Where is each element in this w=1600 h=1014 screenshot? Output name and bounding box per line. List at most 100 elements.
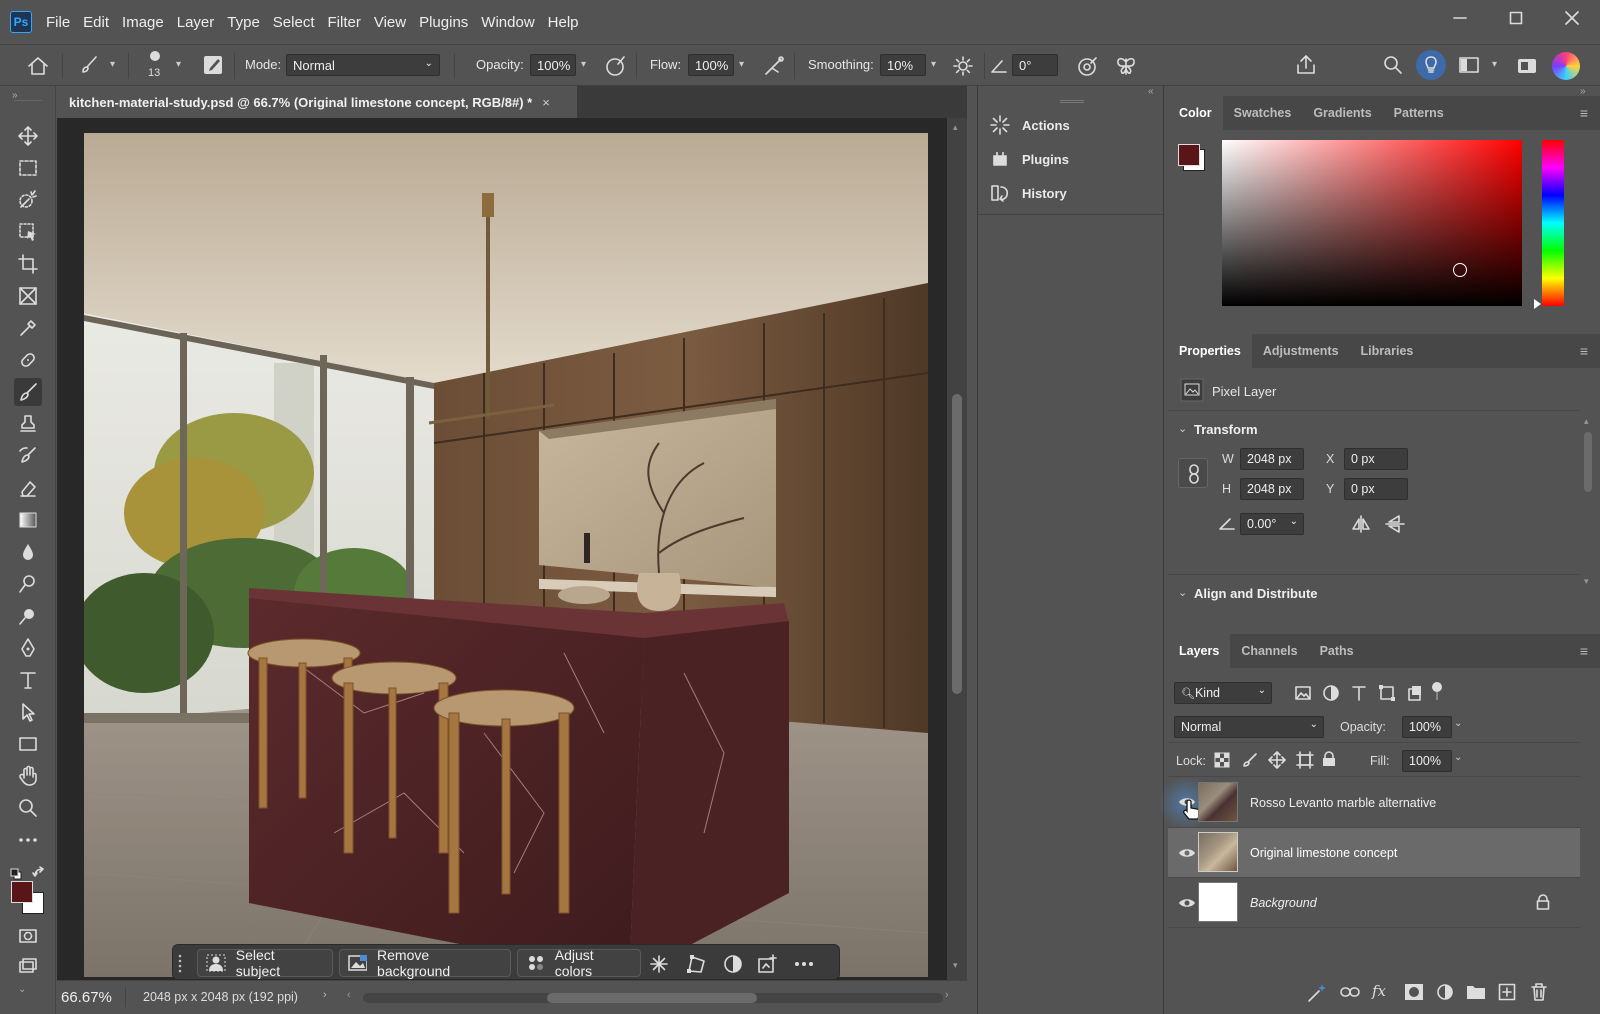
scroll-thumb[interactable] [547,993,757,1003]
tab-swatches[interactable]: Swatches [1223,96,1303,130]
more-options-icon[interactable] [793,954,815,974]
brush-angle-field[interactable]: 0° [1012,54,1058,76]
minimize-button[interactable] [1432,0,1488,36]
zoom-level[interactable]: 66.67% [61,989,112,1006]
brush-tool-preset-icon[interactable] [78,54,100,76]
menu-edit[interactable]: Edit [83,14,109,31]
discover-lightbulb-icon[interactable] [1416,50,1446,80]
drag-handle-icon[interactable] [177,953,183,973]
tab-gradients[interactable]: Gradients [1302,96,1382,130]
search-icon[interactable] [1382,54,1404,76]
panel-menu-icon[interactable]: ≡ [1580,643,1588,659]
flip-vertical-icon[interactable] [1384,514,1406,534]
avatar[interactable] [1552,52,1580,80]
type-tool-icon[interactable] [14,666,42,694]
layer-opacity-field[interactable]: 100% [1402,716,1452,738]
path-selection-icon[interactable] [14,698,42,726]
lock-position-icon[interactable] [1268,751,1286,769]
menu-window[interactable]: Window [481,14,534,31]
menu-view[interactable]: View [374,14,406,31]
pressure-opacity-icon[interactable] [604,54,628,78]
filter-pixel-icon[interactable] [1294,684,1312,702]
lasso-select-icon[interactable] [14,218,42,246]
panel-menu-icon[interactable]: ≡ [1580,105,1588,121]
layer-thumbnail[interactable] [1198,782,1238,822]
foreground-color-swatch[interactable] [11,881,33,903]
generative-layer-icon[interactable] [1306,982,1328,1004]
airbrush-icon[interactable] [762,54,786,78]
chevron-down-icon[interactable]: ▾ [176,59,181,70]
menu-select[interactable]: Select [273,14,315,31]
layer-name[interactable]: Background [1250,896,1317,910]
tab-adjustments[interactable]: Adjustments [1252,334,1350,368]
remove-background-button[interactable]: Remove background [339,947,511,979]
tab-properties[interactable]: Properties [1168,334,1252,368]
lock-image-pixels-icon[interactable] [1242,752,1258,768]
x-position-field[interactable]: 0 px [1344,448,1408,470]
tab-patterns[interactable]: Patterns [1383,96,1455,130]
y-position-field[interactable]: 0 px [1344,478,1408,500]
layer-row[interactable]: Rosso Levanto marble alternative [1156,778,1580,828]
blur-tool-icon[interactable] [14,538,42,566]
screen-mode-icon[interactable] [14,952,42,980]
close-tab-icon[interactable]: × [542,95,550,110]
tab-color[interactable]: Color [1168,96,1223,130]
layer-filter-kind-select[interactable]: 🔍︎Kind ⌄ [1174,682,1272,704]
filter-toggle-switch[interactable] [1432,682,1442,700]
move-tool-icon[interactable] [14,122,42,150]
chevron-down-icon[interactable]: ⌄ [1178,586,1187,599]
gradient-tool-icon[interactable] [14,506,42,534]
brush-size[interactable]: 13 [148,67,160,79]
generative-fill-icon[interactable] [757,953,779,975]
gear-icon[interactable] [952,55,974,77]
new-layer-icon[interactable] [1498,983,1516,1001]
home-icon[interactable] [26,54,50,78]
flow-field[interactable]: 100% [688,54,734,76]
eye-visibility-icon[interactable] [1178,846,1196,860]
transform-section-title[interactable]: Transform [1194,422,1258,437]
horizontal-scrollbar[interactable] [363,993,943,1003]
select-subject-button[interactable]: Select subject [197,947,333,979]
brush-tool-icon[interactable] [14,378,42,406]
rectangle-tool-icon[interactable] [14,730,42,758]
plugins-panel-button[interactable]: Plugins [990,144,1069,174]
dodge-tool-icon[interactable] [14,570,42,598]
neural-filters-icon[interactable] [1516,55,1538,77]
opacity-field[interactable]: 100% [530,54,576,76]
link-dimensions-button[interactable] [1178,458,1208,488]
height-field[interactable]: 2048 px [1240,478,1304,500]
hand-tool-icon[interactable] [14,762,42,790]
healing-brush-icon[interactable] [14,346,42,374]
scroll-right-icon[interactable]: › [945,989,949,1001]
marquee-tool-icon[interactable] [14,154,42,182]
tab-channels[interactable]: Channels [1230,634,1308,668]
adjustment-circle-icon[interactable] [723,954,743,974]
mode-select[interactable]: Normal ⌄ [286,54,440,76]
tab-paths[interactable]: Paths [1309,634,1365,668]
add-mask-icon[interactable] [1404,983,1424,1001]
link-layers-icon[interactable] [1340,984,1360,1000]
properties-scrollbar[interactable]: ▴ ▾ [1582,416,1594,586]
default-colors-icon[interactable] [10,868,22,880]
close-window-button[interactable] [1544,0,1600,36]
fill-field[interactable]: 100% [1402,750,1452,772]
pen-tool-icon[interactable] [14,634,42,662]
scroll-thumb[interactable] [952,394,962,694]
chevron-down-icon[interactable]: ⌄ [1454,718,1462,729]
zoom-tool-icon[interactable] [14,794,42,822]
chevron-down-icon[interactable]: ▾ [739,59,744,70]
tab-layers[interactable]: Layers [1168,634,1231,668]
eraser-icon[interactable] [14,474,42,502]
color-picker-cursor[interactable] [1453,263,1467,277]
chevron-down-icon[interactable]: ⌄ [1454,752,1462,763]
chevron-right-icon[interactable]: › [323,989,327,1001]
share-icon[interactable] [1294,53,1318,77]
crop-tool-icon[interactable] [14,250,42,278]
symmetry-butterfly-icon[interactable] [1114,54,1138,78]
menu-plugins[interactable]: Plugins [419,14,468,31]
chevron-down-icon[interactable]: ⌄ [18,984,26,995]
object-selection-icon[interactable] [14,186,42,214]
lock-transparent-pixels-icon[interactable] [1214,752,1230,768]
menu-image[interactable]: Image [122,14,164,31]
actions-panel-button[interactable]: Actions [990,110,1070,140]
